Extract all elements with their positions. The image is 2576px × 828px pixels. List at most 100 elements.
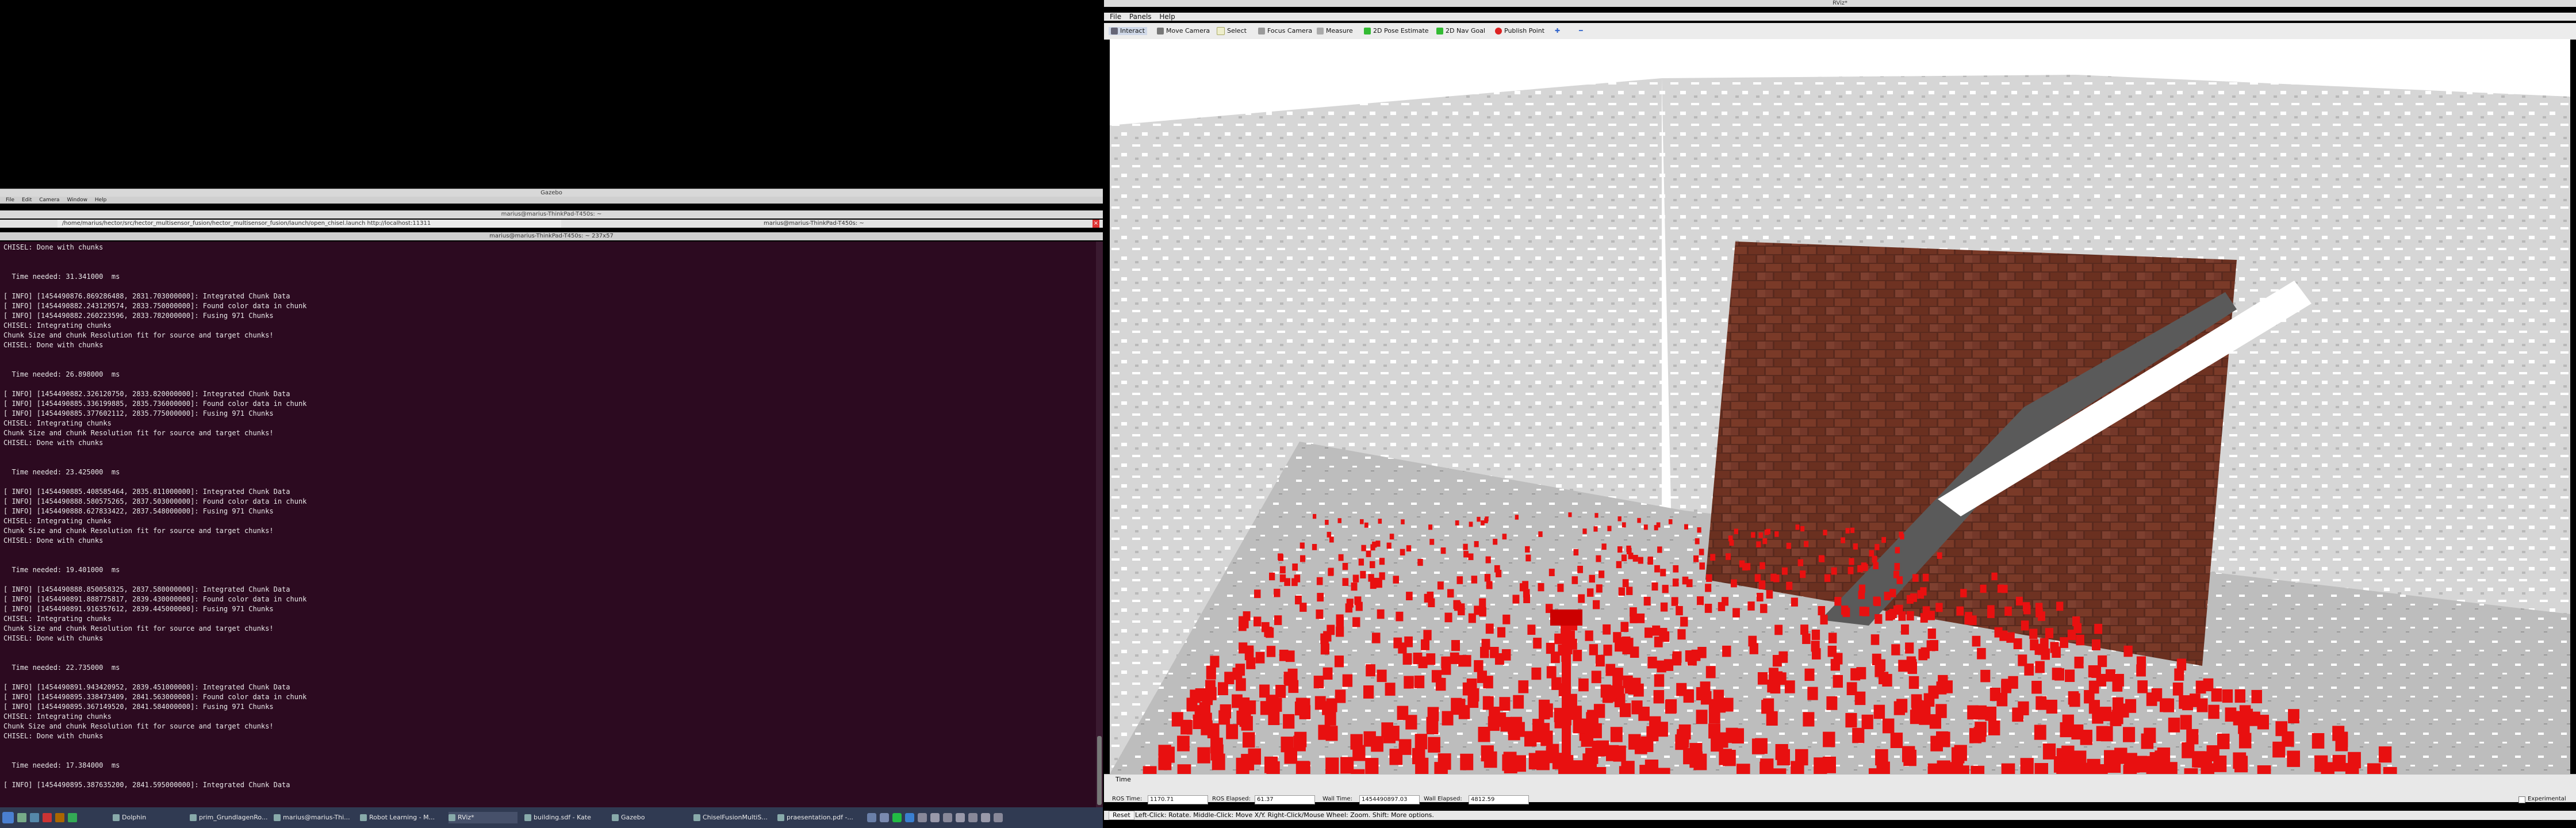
red-voxel — [1823, 530, 1827, 535]
terminal-scrollbar-thumb[interactable] — [1097, 736, 1102, 805]
folder-icon — [113, 814, 120, 821]
rviz-menu-help[interactable]: Help — [1159, 13, 1175, 21]
gazebo-viewport[interactable] — [0, 0, 1103, 189]
terminal-tab-launch[interactable]: /home/marius/hector/src/hector_multisens… — [57, 220, 561, 228]
tool-focus-camera[interactable]: Focus Camera — [1258, 27, 1312, 35]
wall-elapsed-field[interactable]: 4812.59 — [1469, 795, 1529, 804]
terminal-output[interactable]: CHISEL: Done with chunks Time needed: 31… — [0, 241, 1096, 807]
red-voxel — [1862, 564, 1868, 572]
red-voxel — [1243, 732, 1255, 748]
red-voxel — [1804, 540, 1809, 547]
tool-select[interactable]: Select — [1217, 27, 1247, 35]
gazebo-menu-window[interactable]: Window — [67, 197, 87, 203]
terminal-tab-close-icon[interactable]: × — [1092, 220, 1099, 228]
gazebo-menu-camera[interactable]: Camera — [39, 197, 59, 203]
task-document[interactable]: prim_GrundlagenRo... — [190, 812, 270, 823]
red-voxel — [1660, 602, 1668, 612]
tool-move-camera[interactable]: Move Camera — [1157, 27, 1210, 35]
tray-icon-3[interactable] — [892, 813, 902, 822]
red-voxel — [2233, 711, 2245, 726]
rviz-3d-viewport[interactable] — [1110, 39, 2570, 774]
red-voxel — [1485, 556, 1491, 564]
task-gazebo[interactable]: Gazebo — [612, 812, 687, 823]
tray-icon-5[interactable] — [918, 813, 927, 822]
gazebo-menu-edit[interactable]: Edit — [22, 197, 32, 203]
red-voxel — [1206, 665, 1216, 678]
red-voxel — [2257, 765, 2271, 774]
tool-2d-pose-estimate[interactable]: 2D Pose Estimate — [1364, 27, 1429, 35]
task-pdf[interactable]: praesentation.pdf -... — [777, 812, 858, 823]
browser-icon — [360, 814, 367, 821]
experimental-checkbox[interactable] — [2518, 796, 2525, 803]
gazebo-menu-file[interactable]: File — [6, 197, 14, 203]
task-terminal[interactable]: marius@marius-Thi... — [274, 812, 354, 823]
red-voxel — [1818, 606, 1826, 616]
terminal-tab-shell[interactable]: marius@marius-ThinkPad-T450s: ~ — [759, 220, 941, 228]
tool-add-icon[interactable]: ✚ — [1555, 27, 1560, 35]
red-voxel — [1525, 554, 1531, 562]
tray-icon-9[interactable] — [968, 813, 977, 822]
red-voxel — [1342, 562, 1348, 570]
red-voxel — [1313, 513, 1317, 519]
red-voxel — [1911, 694, 1922, 708]
terminal-tab-bar: /home/marius/hector/src/hector_multisens… — [0, 220, 1103, 228]
quicklaunch-icon-4[interactable] — [55, 813, 64, 822]
red-voxel — [1313, 676, 1324, 689]
red-voxel — [2023, 605, 2031, 615]
gazebo-menu-help[interactable]: Help — [95, 197, 107, 203]
red-voxel — [1427, 707, 1439, 722]
red-voxel — [1177, 735, 1190, 752]
tray-icon-4[interactable] — [905, 813, 914, 822]
red-voxel — [2030, 639, 2039, 651]
red-voxel — [1379, 558, 1385, 565]
tray-icon-7[interactable] — [943, 813, 952, 822]
red-voxel — [1853, 543, 1858, 550]
red-voxel — [1268, 711, 1280, 725]
tool-measure[interactable]: Measure — [1317, 27, 1353, 35]
rviz-menu-file[interactable]: File — [1110, 13, 1121, 21]
rviz-menu-panels[interactable]: Panels — [1129, 13, 1152, 21]
red-voxel — [1462, 655, 1471, 667]
tool-publish-point[interactable]: Publish Point — [1495, 27, 1544, 35]
red-voxel — [1766, 528, 1770, 535]
red-voxel — [1338, 554, 1344, 561]
tray-icon-1[interactable] — [867, 813, 876, 822]
tray-icon-8[interactable] — [956, 813, 965, 822]
task-browser[interactable]: Robot Learning - M... — [360, 812, 446, 823]
tray-icon-6[interactable] — [930, 813, 940, 822]
task-rviz[interactable]: RViz* — [448, 812, 518, 823]
tray-icon-2[interactable] — [880, 813, 889, 822]
tray-icon-11[interactable] — [994, 813, 1003, 822]
task-dolphin[interactable]: Dolphin — [113, 812, 187, 823]
red-voxel — [1143, 766, 1157, 774]
red-voxel — [2031, 681, 2042, 694]
reset-button[interactable]: Reset — [1109, 811, 1134, 820]
red-voxel — [1613, 632, 1621, 643]
quicklaunch-icon-1[interactable] — [17, 813, 26, 822]
ros-time-field[interactable]: 1170.71 — [1148, 795, 1208, 804]
tool-2d-nav-goal[interactable]: 2D Nav Goal — [1436, 27, 1485, 35]
tool-interact[interactable]: Interact — [1109, 27, 1147, 35]
start-menu-icon[interactable] — [2, 812, 14, 823]
quicklaunch-icon-3[interactable] — [43, 813, 52, 822]
quicklaunch-icon-2[interactable] — [30, 813, 39, 822]
wall-time-field[interactable]: 1454490897.03 — [1359, 795, 1420, 804]
red-voxel — [1236, 678, 1246, 691]
red-voxel — [1406, 592, 1413, 600]
task-chisel[interactable]: ChiselFusionMultiS... — [693, 812, 774, 823]
ros-elapsed-field[interactable]: 61.37 — [1255, 795, 1315, 804]
red-voxel — [2345, 762, 2359, 774]
red-voxel — [1598, 570, 1605, 578]
tool-remove-icon[interactable]: ━ — [1579, 27, 1583, 35]
terminal-scrollbar[interactable] — [1096, 241, 1103, 807]
red-voxel — [1300, 555, 1306, 562]
tray-icon-10[interactable] — [981, 813, 990, 822]
red-voxel — [1756, 541, 1761, 547]
task-kate[interactable]: building.sdf - Kate — [524, 812, 611, 823]
red-voxel — [2092, 639, 2100, 650]
red-voxel — [2098, 655, 2107, 668]
quicklaunch-icon-5[interactable] — [68, 813, 77, 822]
red-voxel — [1895, 547, 1900, 554]
red-voxel — [2015, 596, 2023, 606]
red-voxel — [1423, 630, 1432, 641]
